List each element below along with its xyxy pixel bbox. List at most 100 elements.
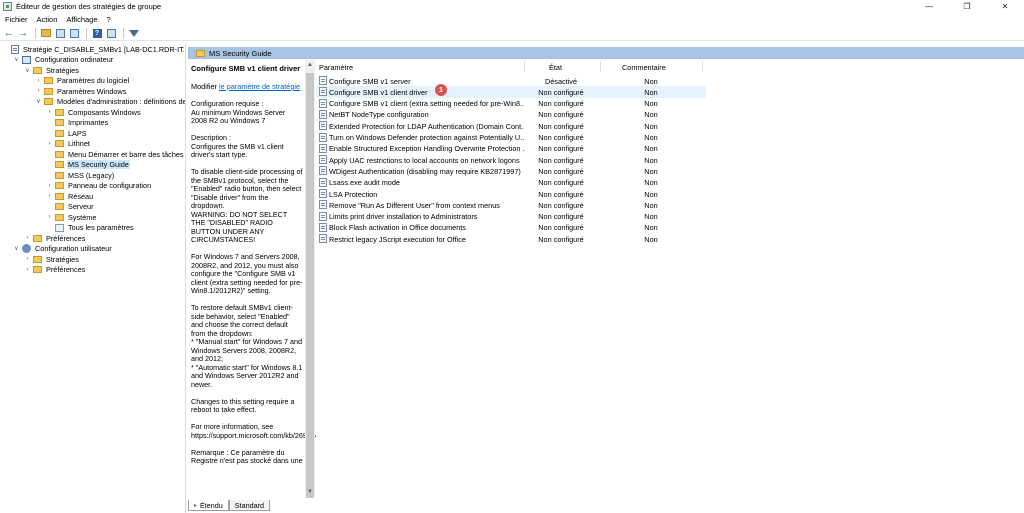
policy-setting-icon bbox=[319, 211, 327, 221]
tab-standard[interactable]: Standard bbox=[228, 500, 270, 511]
forward-button[interactable]: → bbox=[17, 27, 29, 39]
description-scrollbar[interactable]: ▲ ▼ bbox=[305, 60, 315, 498]
scroll-down-icon[interactable]: ▼ bbox=[305, 487, 315, 497]
chevron-down-icon[interactable]: ∨ bbox=[35, 98, 42, 105]
column-commentaire[interactable]: Commentaire bbox=[622, 63, 666, 72]
column-parametre[interactable]: Paramètre bbox=[319, 63, 353, 72]
tree-node[interactable]: ∨ Configuration utilisateur bbox=[13, 244, 113, 255]
scrollbar-thumb[interactable] bbox=[306, 73, 314, 498]
setting-state: Non configuré bbox=[538, 178, 584, 188]
setting-row[interactable]: LSA Protection Non configuré Non bbox=[316, 188, 706, 199]
chevron-right-icon[interactable]: › bbox=[46, 183, 53, 189]
column-divider[interactable] bbox=[702, 61, 703, 72]
help-button[interactable]: ? bbox=[91, 27, 103, 39]
setting-comment: Non bbox=[644, 212, 658, 222]
setting-state: Non configuré bbox=[538, 144, 584, 154]
setting-row[interactable]: Lsass.exe audit mode Non configuré Non bbox=[316, 177, 706, 188]
tree-node[interactable]: ∨ Modèles d'administration : définitions … bbox=[35, 97, 185, 108]
setting-row[interactable]: Remove "Run As Different User" from cont… bbox=[316, 199, 706, 210]
filter-button[interactable] bbox=[128, 27, 140, 39]
tree-node[interactable]: › Lithnet bbox=[46, 139, 91, 150]
folder-icon bbox=[44, 98, 53, 106]
details-header: MS Security Guide bbox=[188, 47, 1024, 59]
export-icon bbox=[69, 28, 79, 38]
setting-name: Remove "Run As Different User" from cont… bbox=[329, 200, 500, 210]
toolbar-separator bbox=[86, 27, 87, 39]
edit-policy-link[interactable]: le paramètre de stratégie bbox=[219, 82, 300, 91]
menu-action[interactable]: Action bbox=[37, 15, 58, 24]
tab-etendu[interactable]: ▸ Étendu bbox=[188, 500, 229, 511]
chevron-right-icon[interactable]: › bbox=[24, 235, 31, 241]
setting-row[interactable]: NetBT NodeType configuration Non configur… bbox=[316, 109, 706, 120]
tree-node[interactable]: Stratégie C_DISABLE_SMBv1 [LAB-DC1.RDR-I… bbox=[2, 44, 185, 55]
chevron-right-icon[interactable]: › bbox=[46, 141, 53, 147]
setting-row[interactable]: Enable Structured Exception Handling Ove… bbox=[316, 143, 706, 154]
tree-node[interactable]: ∨ Stratégies bbox=[24, 65, 80, 76]
setting-row[interactable]: Configure SMB v1 server Désactivé Non bbox=[316, 75, 706, 86]
export-list-button[interactable] bbox=[68, 27, 80, 39]
chevron-right-icon[interactable]: › bbox=[24, 256, 31, 262]
folder-icon bbox=[55, 150, 64, 158]
modify-prefix: Modifier bbox=[191, 82, 219, 91]
tree-node[interactable]: LAPS bbox=[46, 128, 88, 139]
tree-node[interactable]: Serveur bbox=[46, 202, 95, 213]
setting-row[interactable]: Configure SMB v1 client (extra setting n… bbox=[316, 98, 706, 109]
tree-node-label: Configuration ordinateur bbox=[35, 55, 114, 65]
tree-node[interactable]: › Composants Windows bbox=[46, 107, 142, 118]
column-divider[interactable] bbox=[600, 61, 601, 72]
menu-help[interactable]: ? bbox=[107, 15, 111, 24]
tree-node[interactable]: MSS (Legacy) bbox=[46, 170, 115, 181]
close-button[interactable]: ✕ bbox=[986, 0, 1024, 13]
tree-node[interactable]: › Stratégies bbox=[24, 254, 80, 265]
tree-node[interactable]: MS Security Guide bbox=[46, 160, 130, 171]
properties-button[interactable] bbox=[105, 27, 117, 39]
setting-row[interactable]: Restrict legacy JScript execution for Of… bbox=[316, 233, 706, 244]
chevron-down-icon[interactable]: ∨ bbox=[13, 56, 20, 63]
minimize-button[interactable]: — bbox=[910, 0, 948, 13]
setting-name: Configure SMB v1 server bbox=[329, 76, 411, 86]
setting-row[interactable]: WDigest Authentication (disabling may re… bbox=[316, 165, 706, 176]
chevron-right-icon[interactable]: › bbox=[35, 78, 42, 84]
tree-node[interactable]: › Préférences bbox=[24, 233, 86, 244]
tree-node[interactable]: Tous les paramètres bbox=[46, 223, 135, 234]
chevron-right-icon[interactable]: › bbox=[46, 214, 53, 220]
tree-node[interactable]: Imprimantes bbox=[46, 118, 109, 129]
scroll-up-icon[interactable]: ▲ bbox=[305, 60, 315, 70]
column-divider[interactable] bbox=[524, 61, 525, 72]
tree-node[interactable]: › Préférences bbox=[24, 265, 86, 276]
setting-row[interactable]: Apply UAC restrictions to local accounts… bbox=[316, 154, 706, 165]
setting-name: Turn on Windows Defender protection agai… bbox=[329, 133, 524, 142]
setting-row[interactable]: Configure SMB v1 client driver Non config… bbox=[316, 86, 706, 98]
chevron-down-icon[interactable]: ∨ bbox=[24, 67, 31, 74]
menu-fichier[interactable]: Fichier bbox=[5, 15, 28, 24]
properties-icon bbox=[106, 28, 116, 38]
description-paragraph: For more information, see https://suppor… bbox=[191, 422, 316, 440]
setting-row[interactable]: Limits print driver installation to Admi… bbox=[316, 211, 706, 222]
tree-node[interactable]: › Réseau bbox=[46, 191, 94, 202]
column-etat[interactable]: État bbox=[549, 63, 562, 72]
tree-node[interactable]: › Paramètres Windows bbox=[35, 86, 127, 97]
setting-row[interactable]: Extended Protection for LDAP Authenticat… bbox=[316, 120, 706, 131]
tree-node-label: Paramètres du logiciel bbox=[57, 76, 130, 86]
back-button[interactable]: ← bbox=[3, 27, 15, 39]
chevron-right-icon[interactable]: › bbox=[24, 267, 31, 273]
chevron-right-icon[interactable]: › bbox=[46, 193, 53, 199]
setting-row[interactable]: Turn on Windows Defender protection agai… bbox=[316, 132, 706, 143]
menu-affichage[interactable]: Affichage bbox=[66, 15, 97, 24]
up-level-button[interactable] bbox=[40, 27, 52, 39]
chevron-right-icon[interactable]: › bbox=[46, 109, 53, 115]
setting-row[interactable]: Block Flash activation in Office documen… bbox=[316, 222, 706, 233]
setting-comment: Non bbox=[644, 121, 658, 131]
chevron-right-icon[interactable]: › bbox=[35, 88, 42, 94]
tree-node[interactable]: › Paramètres du logiciel bbox=[35, 76, 130, 87]
setting-comment: Non bbox=[644, 234, 658, 244]
setting-comment: Non bbox=[644, 200, 658, 210]
tree-node[interactable]: ∨ Configuration ordinateur bbox=[13, 55, 114, 66]
tree-node[interactable]: Menu Démarrer et barre des tâches bbox=[46, 149, 185, 160]
tree-node[interactable]: › Système bbox=[46, 212, 97, 223]
folder-icon bbox=[55, 140, 64, 148]
show-hide-tree-button[interactable] bbox=[54, 27, 66, 39]
maximize-button[interactable]: ❐ bbox=[948, 0, 986, 13]
chevron-down-icon[interactable]: ∨ bbox=[13, 245, 20, 252]
tree-node[interactable]: › Panneau de configuration bbox=[46, 181, 152, 192]
